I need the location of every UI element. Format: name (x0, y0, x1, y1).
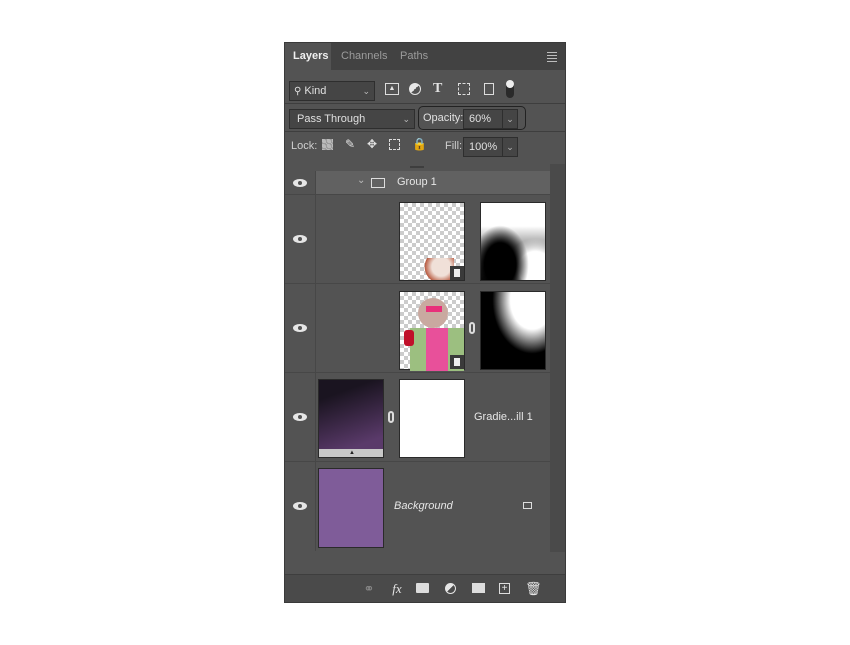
tab-layers[interactable]: Layers (285, 43, 331, 70)
woman-glove (404, 330, 414, 346)
lock-icon (523, 502, 532, 509)
opacity-label: Opacity: (423, 112, 464, 124)
layer-thumbnail[interactable] (399, 291, 465, 371)
lock-label: Lock: (291, 140, 318, 152)
lock-image-pixels-icon[interactable]: ✎ (345, 137, 355, 151)
new-layer-icon[interactable]: + (499, 583, 510, 594)
folder-icon (371, 178, 385, 188)
chevron-down-icon: ⌄ (402, 114, 410, 124)
tab-channels[interactable]: Channels (333, 43, 395, 70)
layer-mask-thumbnail[interactable] (480, 291, 546, 370)
smart-object-badge-icon (450, 266, 464, 280)
layers-panel: Layers Channels Paths ⚲ Kind ⌄ ▲ T Pass … (284, 42, 566, 603)
image-filter-icon[interactable]: ▲ (385, 83, 399, 95)
woman-hair (418, 298, 448, 328)
tab-paths[interactable]: Paths (392, 43, 436, 70)
chevron-down-icon: ⌄ (506, 114, 514, 124)
eye-icon (293, 413, 307, 421)
layer-name: Group 1 (397, 176, 437, 188)
gradient-stop-icon: ▲ (349, 450, 355, 456)
type-filter-icon[interactable]: T (433, 81, 442, 97)
layer-group-1[interactable]: ⌄ Group 1 (285, 171, 550, 195)
lock-position-icon[interactable]: ✥ (367, 137, 377, 151)
opacity-dropdown[interactable]: ⌄ (502, 109, 518, 129)
layer-mask-thumbnail[interactable] (399, 379, 465, 458)
fill-dropdown[interactable]: ⌄ (502, 137, 518, 157)
scrollbar[interactable] (550, 164, 565, 552)
add-mask-icon[interactable] (416, 583, 429, 593)
layer-smart-object-2[interactable] (285, 284, 550, 373)
visibility-toggle[interactable] (285, 195, 316, 283)
fill-label: Fill: (445, 140, 463, 152)
woman-glasses (426, 306, 442, 312)
gradient-bar: ▲ (319, 449, 383, 457)
eye-icon (293, 324, 307, 332)
divider (285, 103, 565, 104)
visibility-toggle[interactable] (285, 462, 316, 551)
tab-bar: Layers Channels Paths (285, 43, 565, 70)
layer-background[interactable]: Background (285, 462, 550, 551)
adjustment-layer-icon[interactable] (445, 583, 456, 594)
layer-smart-object-1[interactable] (285, 195, 550, 284)
eye-icon (293, 235, 307, 243)
fx-icon[interactable]: fx (389, 581, 405, 597)
shape-filter-icon[interactable] (458, 83, 470, 95)
lock-artboard-icon[interactable] (389, 139, 400, 150)
layer-gradient-fill[interactable]: ▲ Gradie...ill 1 (285, 373, 550, 462)
new-group-icon[interactable] (472, 583, 485, 593)
gradient-thumbnail[interactable]: ▲ (318, 379, 384, 458)
layers-list: ⌄ Group 1 ▲ Gradie...ill 1 Background (285, 164, 550, 552)
smart-object-badge-icon (450, 355, 464, 369)
lock-all-icon[interactable]: 🔒 (412, 137, 427, 151)
filter-kind-select[interactable]: ⚲ Kind ⌄ (289, 81, 375, 101)
eye-icon (293, 502, 307, 510)
layer-thumbnail[interactable] (318, 468, 384, 548)
layer-mask-thumbnail[interactable] (480, 202, 546, 281)
resize-handle[interactable] (410, 166, 424, 168)
visibility-toggle[interactable] (285, 373, 316, 461)
fill-input[interactable]: 100% (463, 137, 503, 157)
panel-menu-icon[interactable] (547, 52, 557, 62)
link-icon[interactable] (388, 411, 394, 423)
panel-footer: ⚭ fx + 🗑 (285, 574, 565, 602)
lock-transparent-pixels-icon[interactable] (322, 139, 333, 150)
smart-object-filter-icon[interactable] (484, 83, 494, 95)
search-icon: ⚲ (294, 86, 302, 97)
chevron-down-icon[interactable]: ⌄ (357, 175, 365, 186)
link-icon[interactable] (469, 322, 475, 334)
layer-name: Gradie...ill 1 (474, 411, 533, 423)
blend-mode-select[interactable]: Pass Through ⌄ (289, 109, 415, 129)
visibility-toggle[interactable] (285, 284, 316, 372)
kind-label: Kind (304, 85, 327, 97)
toggle-knob (506, 80, 514, 88)
chevron-down-icon: ⌄ (506, 142, 514, 152)
eye-icon (293, 179, 307, 187)
opacity-input[interactable]: 60% (463, 109, 503, 129)
divider (285, 131, 565, 132)
filter-toggle[interactable] (506, 80, 514, 98)
layer-name: Background (394, 500, 453, 512)
blend-mode-value: Pass Through (297, 113, 366, 125)
delete-icon[interactable]: 🗑 (525, 581, 542, 597)
adjustment-filter-icon[interactable] (409, 83, 421, 95)
layer-thumbnail[interactable] (399, 202, 465, 281)
chevron-down-icon: ⌄ (362, 86, 370, 96)
visibility-toggle[interactable] (285, 171, 316, 194)
link-layers-icon[interactable]: ⚭ (361, 581, 377, 597)
